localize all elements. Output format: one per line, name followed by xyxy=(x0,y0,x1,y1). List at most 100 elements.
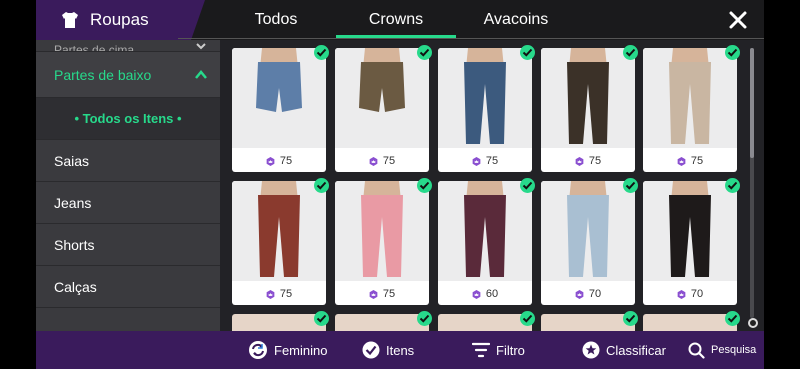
item-price: 75 xyxy=(335,150,429,172)
crown-coin-icon xyxy=(472,156,481,166)
sidebar-item-todos-os-itens[interactable]: • Todos os Itens • xyxy=(36,98,220,140)
owned-check-icon xyxy=(623,178,638,193)
sidebar-item-jeans[interactable]: Jeans xyxy=(36,182,220,224)
owned-check-icon xyxy=(417,311,432,326)
item-card[interactable]: 70 xyxy=(643,181,737,305)
owned-check-icon xyxy=(623,45,638,60)
owned-check-icon xyxy=(417,178,432,193)
item-price-value: 70 xyxy=(690,288,704,300)
item-card[interactable]: 75 xyxy=(335,48,429,172)
item-card[interactable]: 70 xyxy=(541,181,635,305)
filter-label: Filtro xyxy=(496,342,525,358)
search-button[interactable]: Pesquisa xyxy=(688,331,756,369)
item-price: 75 xyxy=(232,283,326,305)
search-icon xyxy=(688,342,705,359)
item-price-value: 60 xyxy=(485,288,499,300)
item-price: 70 xyxy=(541,283,635,305)
tab-avacoins[interactable]: Avacoins xyxy=(456,0,576,40)
item-garment-icon xyxy=(438,181,532,281)
item-garment-icon xyxy=(643,181,737,281)
sidebar-item-label: Saias xyxy=(54,152,90,169)
item-garment-icon xyxy=(643,48,737,148)
item-garment-icon xyxy=(232,181,326,281)
crown-coin-icon xyxy=(575,156,584,166)
item-price: 75 xyxy=(232,150,326,172)
item-card[interactable]: 75 xyxy=(541,48,635,172)
item-grid: 75 75 75 75 75 75 75 60 70 70 xyxy=(220,40,764,331)
app-window: Roupas Todos Crowns Avacoins Partes de c… xyxy=(36,0,764,369)
close-icon[interactable] xyxy=(726,8,750,32)
crown-coin-icon xyxy=(369,156,378,166)
item-card[interactable]: 75 xyxy=(438,48,532,172)
scrollbar-thumb[interactable] xyxy=(750,48,754,158)
sidebar-item-label: • Todos os Itens • xyxy=(74,111,182,126)
item-thumbnail xyxy=(335,181,429,281)
item-card[interactable]: 75 xyxy=(643,48,737,172)
crown-coin-icon xyxy=(677,289,686,299)
item-thumbnail xyxy=(541,48,635,148)
item-garment-icon xyxy=(335,181,429,281)
gender-label: Feminino xyxy=(274,342,328,358)
item-price-value: 75 xyxy=(382,155,396,167)
item-price-value: 75 xyxy=(690,155,704,167)
item-card[interactable]: 75 xyxy=(232,48,326,172)
gender-swap-icon xyxy=(249,341,267,359)
owned-check-icon xyxy=(725,311,740,326)
sidebar-item-label: Shorts xyxy=(54,236,95,253)
filter-button[interactable]: Filtro xyxy=(472,331,525,369)
left-screen-bar xyxy=(0,0,36,369)
filter-icon xyxy=(472,342,490,358)
sidebar-item-shorts[interactable]: Shorts xyxy=(36,224,220,266)
item-thumbnail xyxy=(643,48,737,148)
item-card[interactable]: 75 xyxy=(335,181,429,305)
category-header: Roupas xyxy=(36,0,205,40)
item-card[interactable] xyxy=(335,314,429,331)
crown-coin-icon xyxy=(677,156,686,166)
header: Roupas Todos Crowns Avacoins xyxy=(36,0,764,40)
sidebar-item-partes-de-baixo[interactable]: Partes de baixo xyxy=(36,52,220,98)
tab-todos[interactable]: Todos xyxy=(216,0,336,40)
scroll-indicator-icon xyxy=(748,318,758,328)
right-screen-bar xyxy=(764,0,800,369)
item-card[interactable] xyxy=(643,314,737,331)
check-circle-icon xyxy=(362,341,380,359)
sidebar-item-saias[interactable]: Saias xyxy=(36,140,220,182)
item-price: 70 xyxy=(643,283,737,305)
item-price-value: 70 xyxy=(588,288,602,300)
owned-check-icon xyxy=(520,178,535,193)
item-price-value: 75 xyxy=(382,288,396,300)
item-price: 75 xyxy=(643,150,737,172)
owned-check-icon xyxy=(725,45,740,60)
tab-crowns[interactable]: Crowns xyxy=(336,0,456,40)
sidebar-item-calcas[interactable]: Calças xyxy=(36,266,220,308)
item-thumbnail xyxy=(643,181,737,281)
item-price-value: 75 xyxy=(588,155,602,167)
item-card[interactable]: 60 xyxy=(438,181,532,305)
item-garment-icon xyxy=(541,48,635,148)
sidebar-item-label: Partes de cima xyxy=(54,43,135,52)
owned-check-icon xyxy=(417,45,432,60)
crown-coin-icon xyxy=(369,289,378,299)
tab-divider xyxy=(178,38,764,39)
crown-coin-icon xyxy=(472,289,481,299)
bottom-toolbar: Feminino Itens Filtro Classificar Pesqui… xyxy=(36,331,764,369)
item-card[interactable]: 75 xyxy=(232,181,326,305)
items-button[interactable]: Itens xyxy=(362,331,414,369)
sort-button[interactable]: Classificar xyxy=(582,331,666,369)
item-price: 75 xyxy=(335,283,429,305)
sidebar-item-label: Calças xyxy=(54,278,97,295)
crown-coin-icon xyxy=(266,156,275,166)
sidebar-item-partes-de-cima[interactable]: Partes de cima xyxy=(36,40,220,52)
sidebar-item-next[interactable] xyxy=(36,308,220,331)
sidebar: Partes de cima Partes de baixo • Todos o… xyxy=(36,40,220,331)
item-card[interactable] xyxy=(232,314,326,331)
item-thumbnail xyxy=(335,48,429,148)
item-price-value: 75 xyxy=(279,288,293,300)
item-card[interactable] xyxy=(541,314,635,331)
item-thumbnail xyxy=(541,181,635,281)
gender-button[interactable]: Feminino xyxy=(248,331,327,369)
item-price: 60 xyxy=(438,283,532,305)
item-card[interactable] xyxy=(438,314,532,331)
owned-check-icon xyxy=(725,178,740,193)
shirt-icon xyxy=(62,12,78,28)
